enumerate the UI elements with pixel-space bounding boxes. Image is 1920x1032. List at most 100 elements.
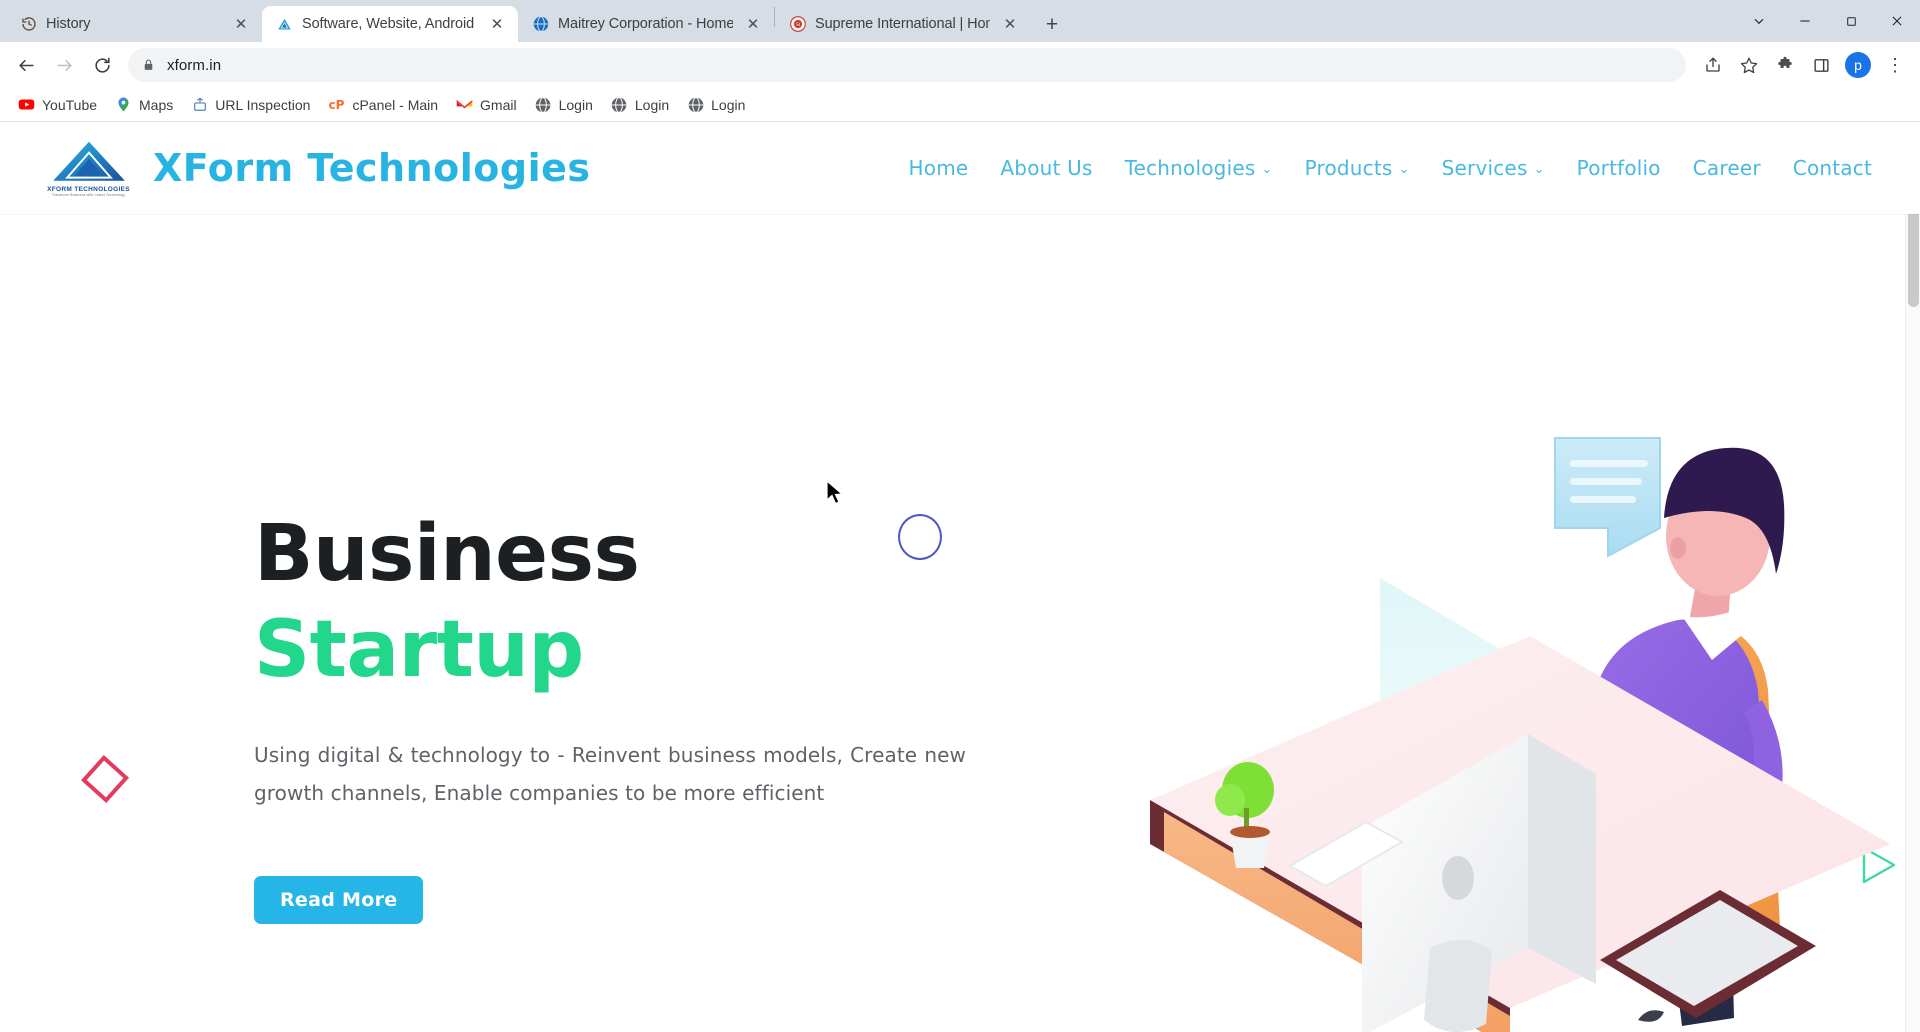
bookmark-maps[interactable]: Maps <box>107 92 181 117</box>
browser-window: History ✕ Software, Website, Android App… <box>0 0 1920 1032</box>
browser-tab-supreme[interactable]: SI Supreme International | Home ✕ <box>775 6 1031 42</box>
nav-label: Services <box>1441 156 1528 180</box>
page-scrollbar[interactable]: ▲ <box>1905 122 1920 1032</box>
page-viewport: XFORM TECHNOLOGIES Transform Business wi… <box>0 122 1920 1032</box>
globe-icon <box>611 96 628 113</box>
bookmark-star-icon[interactable] <box>1732 48 1766 82</box>
nav-item-products[interactable]: Products ⌄ <box>1305 156 1410 180</box>
browser-toolbar: xform.in p ⋮ <box>0 42 1920 88</box>
youtube-icon <box>18 96 35 113</box>
supreme-seal-icon: SI <box>789 16 806 33</box>
lock-icon <box>142 58 155 72</box>
chat-bubble <box>1554 437 1661 558</box>
puzzle-icon[interactable] <box>1768 48 1802 82</box>
globe-blue-icon <box>532 16 549 33</box>
window-controls <box>1736 4 1920 38</box>
bookmark-url-inspection[interactable]: URL Inspection <box>183 92 318 117</box>
nav-label: About Us <box>1000 156 1093 180</box>
bookmark-label: Login <box>634 96 670 113</box>
bookmark-label: Maps <box>139 96 174 113</box>
maximize-button[interactable] <box>1828 4 1874 38</box>
share-icon[interactable] <box>1696 48 1730 82</box>
bookmark-login-1[interactable]: Login <box>527 92 601 117</box>
hero-paragraph: Using digital & technology to - Reinvent… <box>254 742 966 805</box>
mouse-cursor <box>826 479 844 511</box>
tab-title: Maitrey Corporation - Home <box>558 16 733 32</box>
tab-close-button[interactable]: ✕ <box>999 13 1021 35</box>
bookmark-youtube[interactable]: YouTube <box>10 92 105 117</box>
logo-caption-bottom: Transform Business with Latest Technolog… <box>51 192 126 197</box>
side-panel-icon[interactable] <box>1804 48 1838 82</box>
hero-heading-line2: Startup <box>254 604 584 695</box>
tab-title: Supreme International | Home <box>815 16 990 32</box>
brand-logo-link[interactable]: XFORM TECHNOLOGIES Transform Business wi… <box>36 135 591 201</box>
globe-icon <box>535 96 552 113</box>
browser-tab-xform[interactable]: Software, Website, Android Appli ✕ <box>262 6 518 42</box>
main-navigation: Home About Us Technologies ⌄ Products ⌄ … <box>909 156 1872 180</box>
bookmark-label: Login <box>711 96 746 113</box>
profile-avatar[interactable]: p <box>1845 52 1871 78</box>
nav-item-portfolio[interactable]: Portfolio <box>1577 156 1661 180</box>
reload-button[interactable] <box>84 47 120 83</box>
bookmark-label: Gmail <box>480 96 517 113</box>
nav-item-about-us[interactable]: About Us <box>1000 156 1092 180</box>
google-maps-icon <box>115 96 132 113</box>
search-console-icon <box>191 96 208 113</box>
nav-label: Contact <box>1792 156 1872 180</box>
close-window-button[interactable] <box>1874 4 1920 38</box>
xform-triangle-logo: XFORM TECHNOLOGIES Transform Business wi… <box>36 135 141 201</box>
hero-copy: Business Startup Using digital & technol… <box>0 214 980 1032</box>
nav-item-contact[interactable]: Contact <box>1793 156 1872 180</box>
tab-strip: History ✕ Software, Website, Android App… <box>0 0 1920 42</box>
nav-item-services[interactable]: Services ⌄ <box>1442 156 1545 180</box>
bookmark-label: cPanel - Main <box>352 96 439 113</box>
bookmark-label: URL Inspection <box>215 96 311 113</box>
nav-item-home[interactable]: Home <box>909 156 969 180</box>
nav-label: Home <box>908 156 969 180</box>
man-at-desk-with-computer-illustration <box>1130 408 1890 1032</box>
browser-tab-maitrey[interactable]: Maitrey Corporation - Home ✕ <box>518 6 774 42</box>
address-bar[interactable]: xform.in <box>128 48 1686 82</box>
nav-label: Technologies <box>1124 156 1256 180</box>
nav-label: Portfolio <box>1576 156 1661 180</box>
url-text: xform.in <box>167 56 222 74</box>
tab-close-button[interactable]: ✕ <box>742 13 764 35</box>
tab-close-button[interactable]: ✕ <box>486 13 508 35</box>
site-header: XFORM TECHNOLOGIES Transform Business wi… <box>0 122 1920 214</box>
chevron-down-icon: ⌄ <box>1261 161 1273 177</box>
hero-heading-line1: Business <box>254 509 640 599</box>
tab-title: History <box>46 16 91 32</box>
tab-search-button[interactable] <box>1736 4 1782 38</box>
bookmark-cpanel[interactable]: cP cPanel - Main <box>320 92 446 117</box>
hero-heading: Business Startup <box>254 513 980 695</box>
tab-title: Software, Website, Android Appli <box>302 16 477 32</box>
bookmarks-bar: YouTube Maps URL Inspection cP cPanel - … <box>0 88 1920 122</box>
hero-section: Business Startup Using digital & technol… <box>0 214 1920 1032</box>
brand-wordmark: XForm Technologies <box>153 146 591 190</box>
bookmark-gmail[interactable]: Gmail <box>448 92 525 117</box>
tab-close-button[interactable]: ✕ <box>230 13 252 35</box>
bookmark-label: Login <box>558 96 593 113</box>
nav-label: Career <box>1692 156 1761 180</box>
xform-triangle-icon <box>276 16 293 33</box>
new-tab-button[interactable]: + <box>1037 9 1067 39</box>
forward-button[interactable] <box>46 47 82 83</box>
back-button[interactable] <box>8 47 44 83</box>
bookmark-label: YouTube <box>42 96 98 113</box>
logo-caption-top: XFORM TECHNOLOGIES <box>47 185 130 193</box>
minimize-button[interactable] <box>1782 4 1828 38</box>
toolbar-actions: p ⋮ <box>1696 48 1912 82</box>
chevron-down-icon: ⌄ <box>1398 161 1410 177</box>
read-more-button[interactable]: Read More <box>254 875 424 924</box>
nav-item-career[interactable]: Career <box>1693 156 1761 180</box>
globe-icon <box>687 96 704 113</box>
chevron-down-icon: ⌄ <box>1533 161 1545 177</box>
browser-tab-history[interactable]: History ✕ <box>6 6 262 42</box>
cpanel-icon: cP <box>328 96 345 113</box>
bookmark-login-3[interactable]: Login <box>679 92 753 117</box>
nav-label: Products <box>1304 156 1393 180</box>
svg-text:SI: SI <box>795 22 799 28</box>
browser-menu-button[interactable]: ⋮ <box>1878 48 1912 82</box>
nav-item-technologies[interactable]: Technologies ⌄ <box>1125 156 1273 180</box>
bookmark-login-2[interactable]: Login <box>603 92 677 117</box>
